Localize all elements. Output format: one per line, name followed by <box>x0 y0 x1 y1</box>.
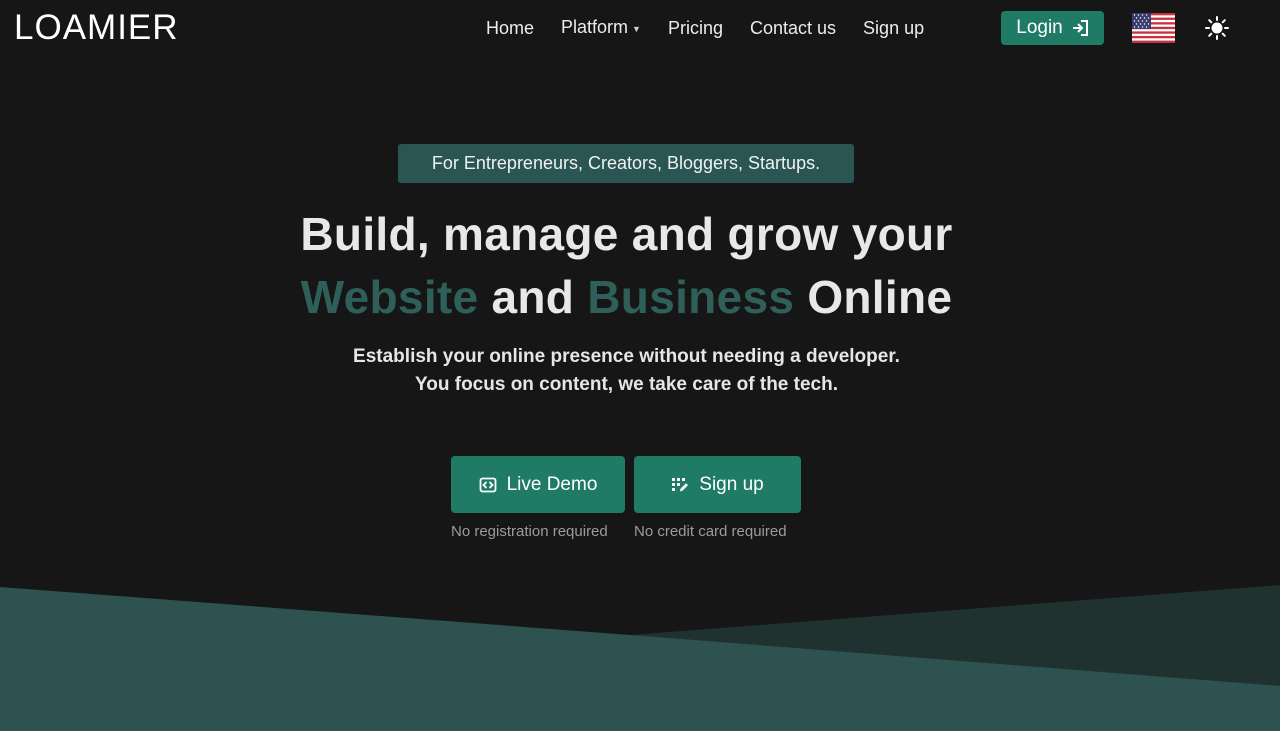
top-navbar: LOAMIER Home Platform ▼ Pricing Contact u… <box>0 0 1280 56</box>
nav-links: Home Platform ▼ Pricing Contact us Sign u… <box>486 15 951 41</box>
hero-title-line1: Build, manage and grow your <box>300 208 953 260</box>
live-demo-button[interactable]: Live Demo <box>451 456 625 513</box>
signup-note: No credit card required <box>634 523 787 540</box>
hero-subtitle: Establish your online presence without n… <box>0 343 1253 399</box>
login-label: Login <box>1016 17 1063 38</box>
sign-in-icon <box>1072 20 1088 36</box>
nav-platform-label: Platform <box>561 17 629 38</box>
hero-title-business: Business <box>587 271 795 323</box>
signup-button[interactable]: Sign up <box>634 456 801 513</box>
pen-grid-icon <box>672 477 689 491</box>
hero-title-online: Online <box>807 271 953 323</box>
code-square-icon <box>479 477 496 492</box>
nav-platform-dropdown[interactable]: Platform ▼ <box>561 14 641 41</box>
sun-icon[interactable] <box>1204 15 1230 41</box>
nav-home-link[interactable]: Home <box>486 15 534 41</box>
demo-note: No registration required <box>451 523 608 540</box>
hero-title-and: and <box>491 271 575 323</box>
brand-logo[interactable]: LOAMIER <box>14 8 179 48</box>
us-flag-icon[interactable] <box>1132 13 1175 43</box>
login-button[interactable]: Login <box>1001 11 1104 45</box>
nav-pricing-link[interactable]: Pricing <box>668 15 723 41</box>
chevron-down-icon: ▼ <box>632 23 641 34</box>
audience-badge: For Entrepreneurs, Creators, Bloggers, S… <box>398 144 854 183</box>
hero-title-website: Website <box>300 271 479 323</box>
hero-title: Build, manage and grow your Website and … <box>0 203 1253 329</box>
signup-label: Sign up <box>699 473 764 495</box>
decorative-waves <box>0 585 1280 731</box>
hero-subtitle-line1: Establish your online presence without n… <box>353 346 900 367</box>
nav-contact-link[interactable]: Contact us <box>750 15 836 41</box>
live-demo-label: Live Demo <box>506 473 598 495</box>
hero-subtitle-line2: You focus on content, we take care of th… <box>414 374 838 395</box>
nav-signup-link[interactable]: Sign up <box>863 15 924 41</box>
